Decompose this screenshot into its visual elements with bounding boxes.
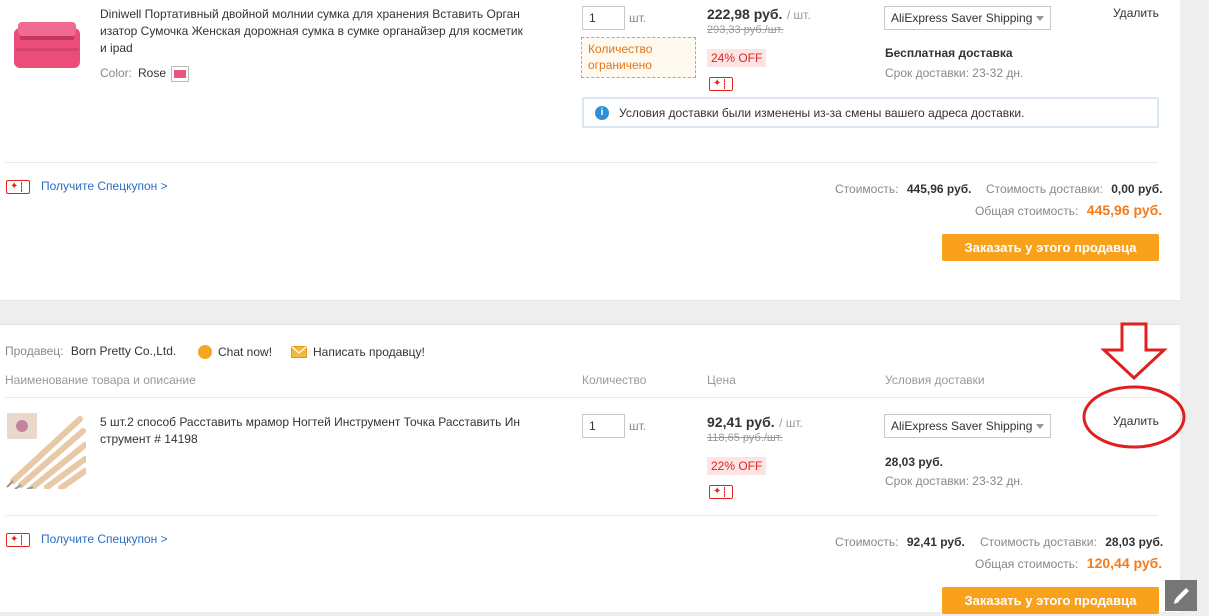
notice-text: Условия доставки были изменены из-за сме… [619, 106, 1025, 120]
shipping-cost-label: Стоимость доставки: [980, 535, 1097, 549]
shipping-summary: Стоимость доставки: 28,03 руб. [980, 533, 1163, 551]
delivery-time: Срок доставки: 23-32 дн. [885, 66, 1024, 80]
discount-badge: 24% OFF [707, 49, 767, 67]
coupon-icon[interactable]: ✦ [709, 485, 733, 499]
cost-label: Стоимость: [835, 535, 899, 549]
cart-item-card-2: Продавец: Born Pretty Co.,Ltd. Chat now!… [0, 324, 1180, 614]
divider [5, 162, 1158, 163]
info-icon: i [595, 106, 609, 120]
old-price: 118,65 руб./шт. [707, 432, 783, 444]
quantity-unit: шт. [629, 11, 647, 25]
column-header-price: Цена [707, 373, 736, 387]
total-value: 120,44 руб. [1086, 555, 1163, 571]
divider [5, 515, 1158, 516]
price-unit: / шт. [786, 8, 811, 22]
cost-summary: Стоимость: 92,41 руб. [835, 533, 965, 551]
shipping-cost-value: 28,03 руб. [1105, 535, 1164, 549]
seller-label: Продавец: [5, 344, 64, 358]
color-label: Color: [100, 66, 133, 80]
seller-info: Продавец: Born Pretty Co.,Ltd. [5, 344, 176, 358]
price-row: 222,98 руб. / шт. [707, 6, 811, 24]
shipping-change-notice: i Условия доставки были изменены из-за с… [582, 97, 1159, 128]
price-unit: / шт. [779, 416, 803, 430]
edit-button[interactable] [1165, 580, 1197, 611]
column-header-shipping: Условия доставки [885, 373, 985, 387]
delete-button[interactable]: Удалить [1113, 6, 1159, 20]
shipping-cost: Бесплатная доставка [885, 46, 1013, 60]
color-swatch[interactable] [171, 66, 189, 82]
total-summary: Общая стоимость: 120,44 руб. [975, 555, 1162, 573]
cost-value: 445,96 руб. [906, 182, 972, 196]
total-label: Общая стоимость: [975, 557, 1079, 571]
shipping-cost-value: 0,00 руб. [1111, 182, 1163, 196]
limited-quantity-notice: Количество ограничено [581, 37, 696, 78]
chat-icon[interactable] [198, 345, 212, 359]
delivery-time: Срок доставки: 23-32 дн. [885, 474, 1024, 488]
annotation-overlay [1082, 322, 1186, 449]
product-thumbnail[interactable] [5, 411, 86, 489]
cost-value: 92,41 руб. [906, 535, 965, 549]
chat-now-link[interactable]: Chat now! [218, 345, 272, 359]
chevron-down-icon [1036, 424, 1044, 429]
get-coupon-link[interactable]: Получите Спецкупон > [41, 179, 168, 193]
shipping-method-value: AliExpress Saver Shipping [891, 419, 1033, 433]
total-summary: Общая стоимость: 445,96 руб. [975, 202, 1162, 220]
quantity-input[interactable]: 1 [582, 6, 625, 30]
seller-name[interactable]: Born Pretty Co.,Ltd. [71, 344, 176, 358]
product-title[interactable]: 5 шт.2 способ Расставить мрамор Ногтей И… [100, 414, 525, 448]
color-value: Rose [138, 66, 167, 80]
product-title[interactable]: Diniwell Портативный двойной молнии сумк… [100, 6, 525, 57]
chevron-down-icon [1036, 16, 1044, 21]
shipping-cost-label: Стоимость доставки: [986, 182, 1103, 196]
shipping-cost: 28,03 руб. [885, 455, 943, 469]
quantity-unit: шт. [629, 419, 647, 433]
shipping-summary: Стоимость доставки: 0,00 руб. [986, 180, 1163, 198]
unit-price: 92,41 руб. [707, 414, 775, 430]
shipping-method-value: AliExpress Saver Shipping [891, 11, 1033, 25]
total-value: 445,96 руб. [1086, 202, 1163, 218]
order-from-seller-button[interactable]: Заказать у этого продавца [942, 587, 1159, 614]
coupon-icon: ✦ [6, 180, 30, 194]
coupon-icon[interactable]: ✦ [709, 77, 733, 91]
total-label: Общая стоимость: [975, 204, 1079, 218]
price-row: 92,41 руб. / шт. [707, 414, 803, 432]
order-from-seller-button[interactable]: Заказать у этого продавца [942, 234, 1159, 261]
quantity-input[interactable]: 1 [582, 414, 625, 438]
column-header-quantity: Количество [582, 373, 647, 387]
mail-icon[interactable] [291, 346, 307, 358]
old-price: 293,33 руб./шт. [707, 24, 784, 36]
column-header-name: Наименование товара и описание [5, 373, 196, 387]
annotation-arrow-down-icon [1100, 322, 1168, 381]
pencil-icon [1174, 588, 1189, 604]
shipping-method-select[interactable]: AliExpress Saver Shipping [884, 6, 1051, 30]
unit-price: 222,98 руб. [707, 6, 783, 22]
cost-summary: Стоимость: 445,96 руб. [835, 180, 972, 198]
message-seller-link[interactable]: Написать продавцу! [313, 345, 425, 359]
get-coupon-link[interactable]: Получите Спецкупон > [41, 532, 168, 546]
product-thumbnail[interactable] [10, 8, 86, 76]
discount-badge: 22% OFF [707, 457, 767, 475]
shipping-method-select[interactable]: AliExpress Saver Shipping [884, 414, 1051, 438]
cost-label: Стоимость: [835, 182, 899, 196]
annotation-circle [1082, 385, 1186, 449]
divider [5, 397, 1158, 398]
cart-item-card-1: Diniwell Портативный двойной молнии сумк… [0, 0, 1180, 301]
coupon-icon: ✦ [6, 533, 30, 547]
